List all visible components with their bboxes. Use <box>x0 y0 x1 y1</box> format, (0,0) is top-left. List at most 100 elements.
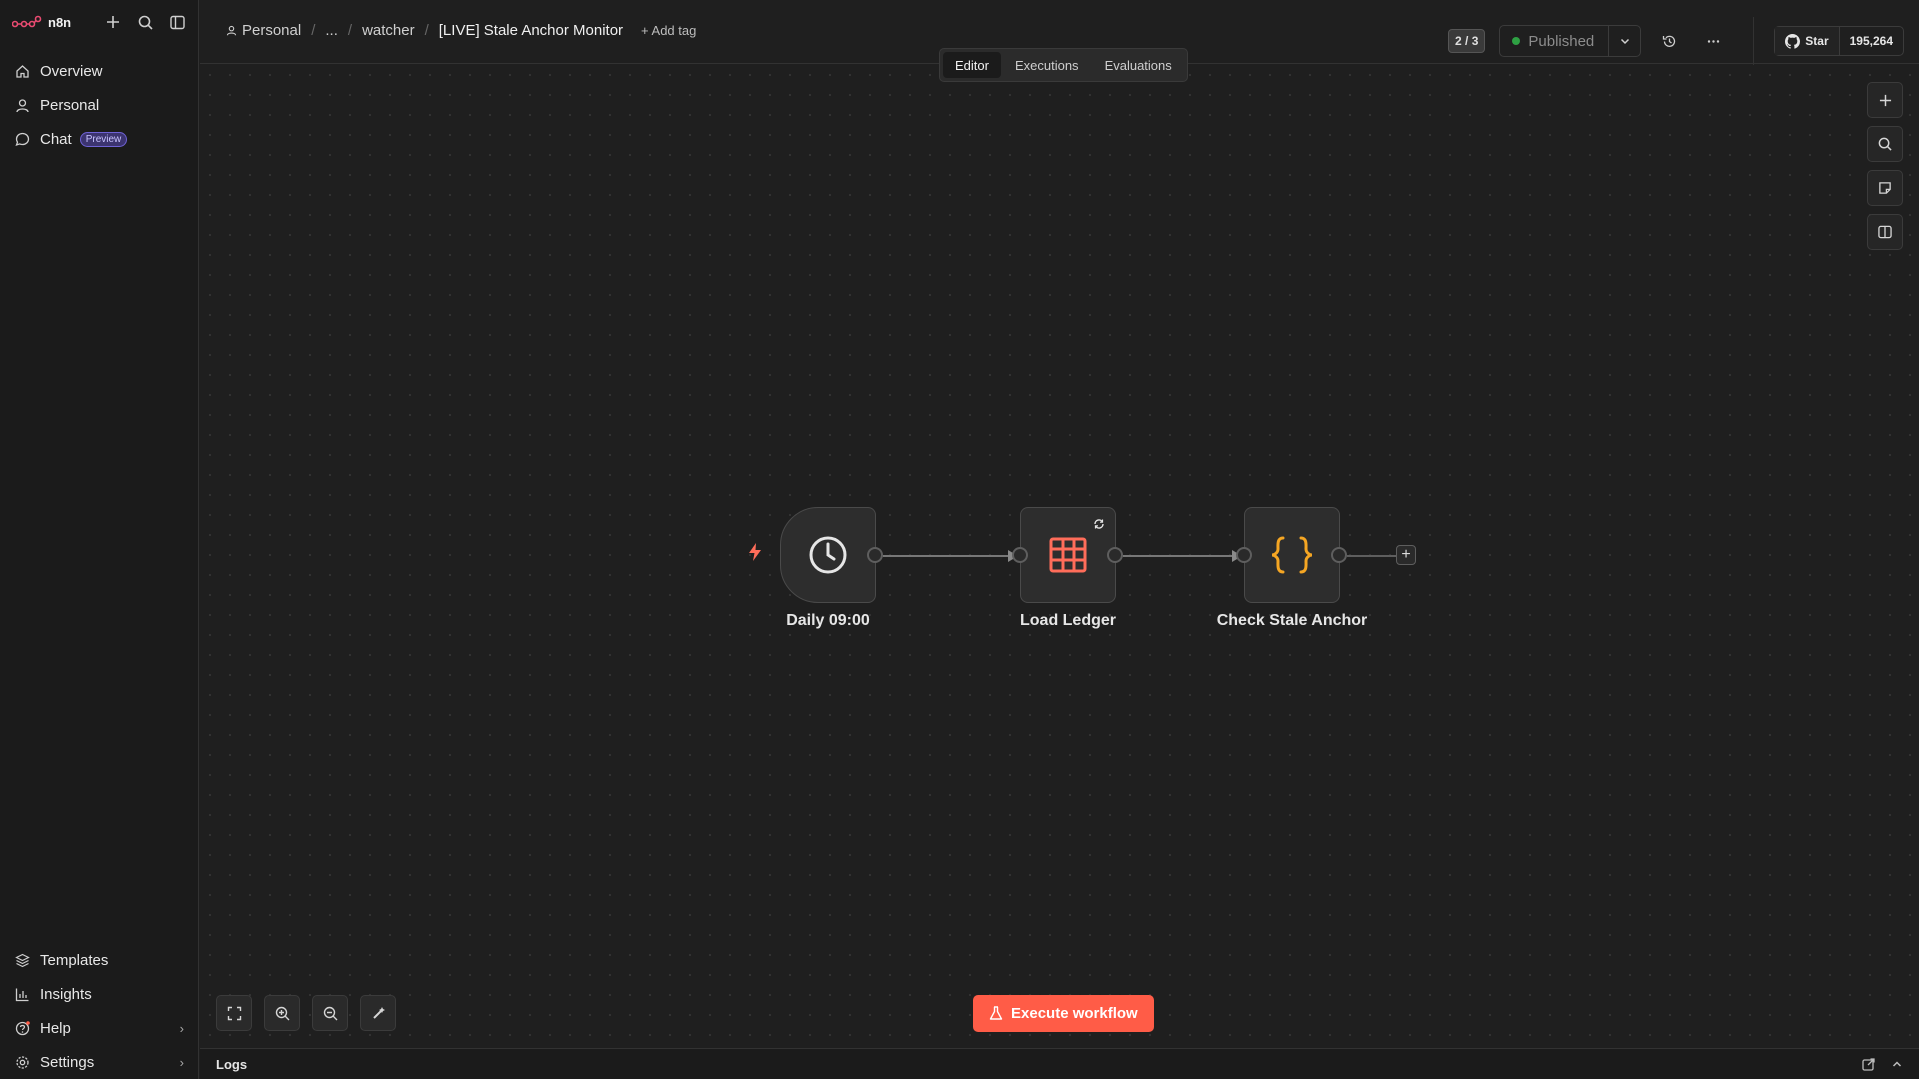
sticky-note-button[interactable] <box>1867 170 1903 206</box>
sidebar-item-chat[interactable]: Chat Preview <box>0 122 198 156</box>
publish-dropdown-button[interactable] <box>1608 26 1640 56</box>
sidebar-item-label: Overview <box>40 62 103 80</box>
github-star-button[interactable]: Star <box>1775 27 1840 55</box>
preview-badge: Preview <box>79 131 128 147</box>
sidebar-item-overview[interactable]: Overview <box>0 54 198 88</box>
github-star-count: 195,264 <box>1849 34 1893 48</box>
flask-icon <box>989 1006 1003 1020</box>
logo[interactable]: n8n <box>12 15 71 30</box>
chevron-down-icon <box>1620 38 1629 45</box>
pop-out-icon[interactable] <box>1862 1057 1875 1071</box>
sidebar-header: n8n <box>0 0 198 44</box>
sidebar-item-label: Chat <box>40 130 72 148</box>
zoom-out-icon <box>323 1006 337 1020</box>
output-port[interactable] <box>867 547 883 563</box>
sidebar-item-label: Personal <box>40 96 100 114</box>
plus-icon[interactable] <box>104 13 122 31</box>
logs-label: Logs <box>216 1056 248 1072</box>
connection-line[interactable] <box>883 555 1008 557</box>
tab-executions[interactable]: Executions <box>1003 52 1091 78</box>
breadcrumb-separator: / <box>424 22 429 39</box>
app-name: n8n <box>48 14 72 30</box>
user-icon <box>14 97 30 113</box>
toggle-panel-button[interactable] <box>1867 214 1903 250</box>
breadcrumb-folder[interactable]: watcher <box>362 22 415 39</box>
add-tag-button[interactable]: + Add tag <box>641 23 696 38</box>
fit-view-button[interactable] <box>216 995 252 1031</box>
chat-icon <box>14 131 30 147</box>
insights-icon <box>14 986 30 1002</box>
connection-line <box>1347 555 1396 557</box>
sidebar-item-insights[interactable]: Insights <box>0 977 198 1011</box>
sidebar-toggle-icon[interactable] <box>168 13 186 31</box>
n8n-logo-icon <box>12 15 42 28</box>
view-tabs: Editor Executions Evaluations <box>939 48 1188 82</box>
publish-button[interactable]: Published <box>1500 26 1608 56</box>
version-counter: 2 / 3 <box>1448 29 1486 53</box>
divider <box>1753 17 1755 65</box>
node-daily-trigger[interactable] <box>780 507 876 603</box>
canvas-right-toolbar <box>1867 82 1903 250</box>
zoom-out-button[interactable] <box>312 995 348 1031</box>
publish-label: Published <box>1528 32 1595 50</box>
node-label: Check Stale Anchor <box>1216 612 1368 629</box>
node-load-ledger[interactable] <box>1020 507 1116 603</box>
tab-editor[interactable]: Editor <box>943 52 1001 78</box>
canvas-zoom-controls <box>216 995 396 1031</box>
breadcrumb-ellipsis[interactable]: ... <box>325 22 338 39</box>
chevron-up-icon[interactable] <box>1891 1058 1903 1070</box>
logs-panel-bar[interactable]: Logs <box>200 1048 1919 1079</box>
sidebar-nav: Overview Personal Chat Preview <box>0 44 198 156</box>
trigger-bolt-icon <box>747 542 763 568</box>
tab-evaluations[interactable]: Evaluations <box>1093 52 1184 78</box>
github-star-widget[interactable]: Star 195,264 <box>1774 26 1904 56</box>
more-options-button[interactable] <box>1697 25 1729 57</box>
plus-icon <box>1879 94 1891 106</box>
github-icon <box>1785 33 1801 49</box>
header-actions: 2 / 3 Published Star 195,264 <box>1448 17 1919 65</box>
input-port[interactable] <box>1012 547 1028 563</box>
add-next-node-button[interactable]: + <box>1396 545 1416 565</box>
tidy-up-button[interactable] <box>360 995 396 1031</box>
output-port[interactable] <box>1331 547 1347 563</box>
execute-workflow-label: Execute workflow <box>1011 1005 1138 1022</box>
sidebar-item-personal[interactable]: Personal <box>0 88 198 122</box>
breadcrumb: Personal / ... / watcher / [LIVE] Stale … <box>226 22 696 39</box>
sidebar-item-templates[interactable]: Templates <box>0 943 198 977</box>
published-status-dot <box>1512 37 1521 45</box>
gear-icon <box>14 1054 30 1070</box>
chevron-right-icon: › <box>179 1054 184 1070</box>
zoom-in-icon <box>275 1006 289 1020</box>
panel-icon <box>1878 225 1892 239</box>
node-check-stale-anchor[interactable] <box>1244 507 1340 603</box>
zoom-in-button[interactable] <box>264 995 300 1031</box>
chevron-right-icon: › <box>179 1020 184 1036</box>
history-button[interactable] <box>1653 25 1685 57</box>
help-icon <box>14 1020 30 1036</box>
search-icon[interactable] <box>136 13 154 31</box>
sidebar-item-label: Insights <box>40 985 92 1003</box>
sidebar-item-label: Help <box>40 1019 71 1037</box>
sidebar-item-help[interactable]: Help › <box>0 1011 198 1045</box>
execute-workflow-button[interactable]: Execute workflow <box>973 995 1154 1032</box>
fit-view-icon <box>227 1006 241 1020</box>
sidebar-item-label: Templates <box>40 951 109 969</box>
refresh-icon <box>1094 519 1104 529</box>
connection-line[interactable] <box>1123 555 1232 557</box>
workflow-name[interactable]: [LIVE] Stale Anchor Monitor <box>439 22 623 39</box>
node-label: Load Ledger <box>1019 612 1117 629</box>
sidebar-item-settings[interactable]: Settings › <box>0 1045 198 1079</box>
templates-icon <box>14 952 30 968</box>
output-port[interactable] <box>1107 547 1123 563</box>
search-nodes-button[interactable] <box>1867 126 1903 162</box>
node-label: Daily 09:00 <box>786 612 870 629</box>
add-node-button[interactable] <box>1867 82 1903 118</box>
breadcrumb-project-label: Personal <box>242 22 302 39</box>
publish-control: Published <box>1499 25 1642 57</box>
input-port[interactable] <box>1236 547 1252 563</box>
user-icon <box>226 25 237 36</box>
breadcrumb-project[interactable]: Personal <box>226 22 301 39</box>
clock-icon <box>809 536 847 574</box>
sticky-note-icon <box>1879 182 1891 194</box>
breadcrumb-separator: / <box>311 22 316 39</box>
